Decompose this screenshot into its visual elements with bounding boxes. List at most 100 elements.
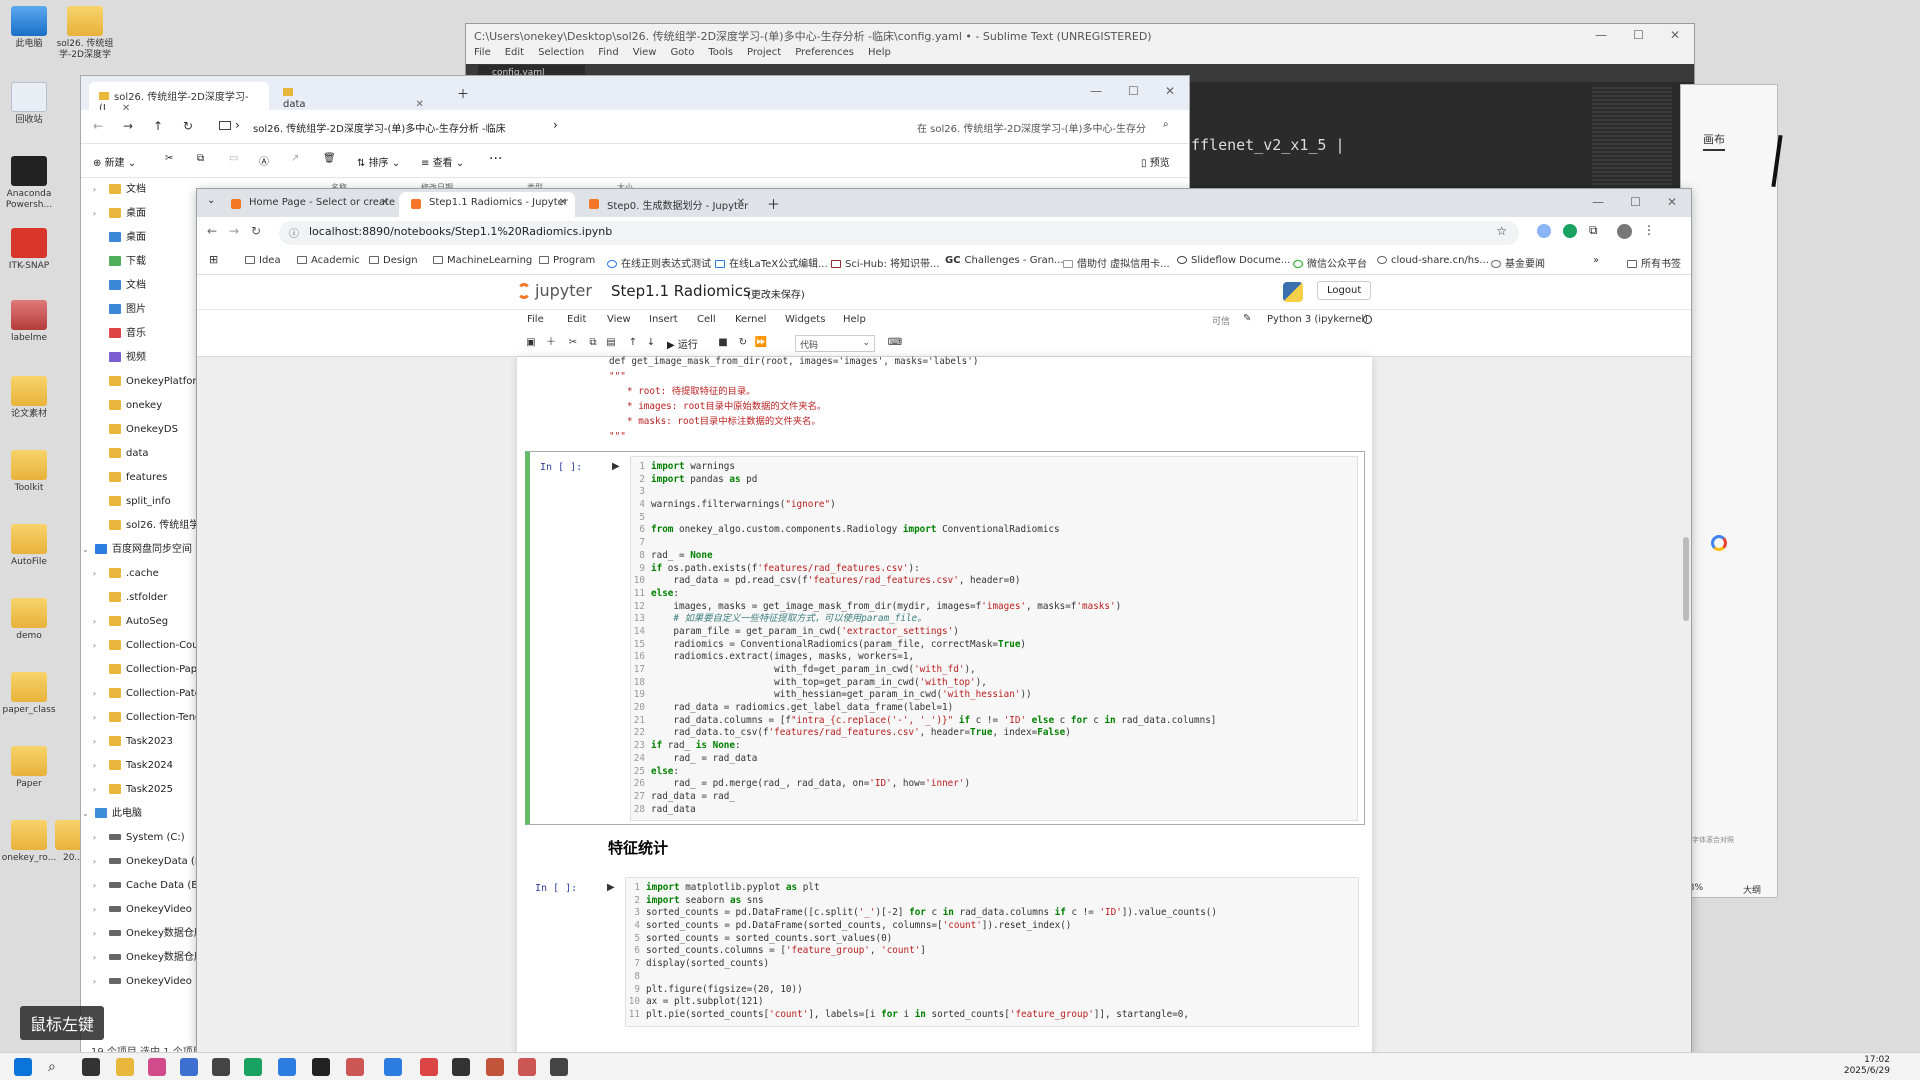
extensions-puzzle-icon[interactable]: ⧉ xyxy=(1589,223,1598,238)
explorer-address-path[interactable]: sol26. 传统组学-2D深度学习-(单)多中心-生存分析 -临床 xyxy=(253,120,506,135)
code2-line[interactable]: 5 sorted_counts = sorted_counts.sort_valu… xyxy=(626,933,1358,946)
chrome-tab-step0[interactable]: Step0. 生成数据划分 - Jupyter ✕ xyxy=(577,192,753,217)
code2-line[interactable]: 11 plt.pie(sorted_counts['count'], labels… xyxy=(626,1009,1358,1022)
restart-run-all-icon[interactable]: ⏩ xyxy=(753,335,769,351)
tree-item-sol26[interactable]: sol26. 传统组学-2D xyxy=(81,514,217,538)
code1-line[interactable]: 16 radiomics.extract(images, masks, work… xyxy=(631,651,1357,664)
tree-item-features[interactable]: features xyxy=(81,466,197,490)
sublime-menu-view[interactable]: View xyxy=(633,47,657,63)
explorer-tab-sol26[interactable]: sol26. 传统组学-2D深度学习-(I ✕ xyxy=(89,82,269,114)
run-cell-icon[interactable]: ▶ xyxy=(607,882,615,893)
app-icon[interactable] xyxy=(278,1058,296,1076)
code1-line[interactable]: 7 xyxy=(631,537,1357,550)
bookmark-scihub[interactable]: Sci-Hub: 将知识带... xyxy=(831,255,940,270)
address-bar[interactable]: ⓘ localhost:8890/notebooks/Step1.1%20Rad… xyxy=(279,221,1519,245)
bookmark-machinelearning[interactable]: MachineLearning xyxy=(433,255,532,266)
app-icon[interactable] xyxy=(420,1058,438,1076)
bookmark-program[interactable]: Program xyxy=(539,255,595,266)
code2-line[interactable]: 9 plt.figure(figsize=(20, 10)) xyxy=(626,984,1358,997)
code1-line[interactable]: 3 xyxy=(631,486,1357,499)
extension-icon[interactable] xyxy=(1563,224,1577,238)
bookmark-design[interactable]: Design xyxy=(369,255,418,266)
section-heading[interactable]: 特征统计 xyxy=(608,837,668,858)
bookmarks-overflow-icon[interactable]: » xyxy=(1593,255,1599,266)
desktop-icon-sol26[interactable]: sol26. 传统组学-2D深度学 xyxy=(50,6,120,61)
code2-line[interactable]: 10 ax = plt.subplot(121) xyxy=(626,996,1358,1009)
save-icon[interactable]: ▣ xyxy=(523,335,539,351)
code1-line[interactable]: 6 from onekey_algo.custom.components.Radi… xyxy=(631,524,1357,537)
paste-icon[interactable]: ▭ xyxy=(229,153,238,164)
back-arrow-icon[interactable]: ← xyxy=(207,224,217,238)
tree-item-collection-tender[interactable]: › Collection-Tende xyxy=(81,706,208,730)
tree-item-drive-c[interactable]: › System (C:) xyxy=(81,826,197,850)
run-button[interactable]: ▶ 运行 xyxy=(667,336,698,351)
close-tab-icon[interactable]: ✕ xyxy=(416,99,424,110)
code1-line[interactable]: 4 warnings.filterwarnings("ignore") xyxy=(631,499,1357,512)
desktop-icon-paper[interactable]: Paper xyxy=(0,746,64,790)
cell-type-select[interactable]: 代码 ⌄ xyxy=(795,335,875,352)
code1-line[interactable]: 21 rad_data.columns = [f"intra_{c.replac… xyxy=(631,715,1357,728)
explorer-search-input[interactable]: 在 sol26. 传统组学-2D深度学习-(单)多中心-生存分 xyxy=(917,120,1157,135)
desktop-icon-toolkit[interactable]: Toolkit xyxy=(0,450,64,494)
desktop-icon-demo[interactable]: demo xyxy=(0,598,64,642)
tree-item-task2023[interactable]: › Task2023 xyxy=(81,730,197,754)
chrome-menu-icon[interactable]: ⋮ xyxy=(1643,223,1655,237)
tree-item-onekeyvideo-f[interactable]: › OnekeyVideo (F:) xyxy=(81,970,211,994)
restart-icon[interactable]: ↻ xyxy=(735,335,751,351)
rename-icon[interactable]: Ⓐ xyxy=(259,153,269,168)
share-icon[interactable]: ↗ xyxy=(291,153,299,164)
tree-item-quick-documents[interactable]: 文档 xyxy=(81,274,197,298)
menu-kernel[interactable]: Kernel xyxy=(735,314,766,325)
code1-line[interactable]: 13 # 如果要自定义一些特征提取方式，可以使用param_file。 xyxy=(631,613,1357,626)
bookmark-star-icon[interactable]: ☆ xyxy=(1496,224,1507,238)
code1-line[interactable]: 14 param_file = get_param_in_cwd('extrac… xyxy=(631,626,1357,639)
code1-line[interactable]: 15 radiomics = ConventionalRadiomics(par… xyxy=(631,639,1357,652)
minimize-icon[interactable]: — xyxy=(1592,195,1604,209)
system-clock[interactable]: 17:02 2025/6/29 xyxy=(1844,1055,1890,1077)
menu-file[interactable]: File xyxy=(527,314,544,325)
windows-start-icon[interactable] xyxy=(14,1058,32,1076)
tree-item-desktop[interactable]: › 桌面 xyxy=(81,202,197,226)
view-button[interactable]: ≡ 查看 ⌄ xyxy=(421,154,464,169)
code2-line[interactable]: 6 sorted_counts.columns = ['feature_group… xyxy=(626,945,1358,958)
app-icon[interactable] xyxy=(346,1058,364,1076)
search-icon[interactable]: ⌕ xyxy=(1163,119,1169,130)
close-tab-icon[interactable]: ✕ xyxy=(381,197,389,208)
code1-line[interactable]: 27 rad_data = rad_ xyxy=(631,791,1357,804)
bookmark-fund-news[interactable]: 基金要闻 xyxy=(1491,255,1545,270)
tree-item-this-pc[interactable]: ⌄ 此电脑 xyxy=(81,802,197,826)
code-editor[interactable]: 1 import matplotlib.pyplot as plt 2 import … xyxy=(625,877,1359,1027)
tree-item-data[interactable]: data xyxy=(81,442,197,466)
maximize-icon[interactable]: ☐ xyxy=(1633,28,1644,42)
bookmark-idea[interactable]: Idea xyxy=(245,255,281,266)
desktop-icon-labelme[interactable]: labelme xyxy=(0,300,64,344)
tree-item-stfolder[interactable]: .stfolder xyxy=(81,586,197,610)
canvas-outline[interactable]: 大纲 xyxy=(1743,883,1761,896)
edit-pencil-icon[interactable]: ✎ xyxy=(1243,313,1251,324)
delete-icon[interactable]: 🗑 xyxy=(323,153,336,164)
menu-insert[interactable]: Insert xyxy=(649,314,678,325)
sublime-menu-selection[interactable]: Selection xyxy=(538,47,584,63)
cut-icon[interactable]: ✂ xyxy=(165,153,173,164)
code1-line[interactable]: 9 if os.path.exists(f'features/rad_featur… xyxy=(631,563,1357,576)
tree-item-documents[interactable]: › 文档 xyxy=(81,178,197,202)
tree-item-music[interactable]: 音乐 xyxy=(81,322,197,346)
canvas-title[interactable]: 画布 xyxy=(1703,131,1725,151)
desktop-icon-autofile[interactable]: AutoFile xyxy=(0,524,64,568)
close-icon[interactable]: ✕ xyxy=(1670,28,1680,42)
desktop-icon-anaconda[interactable]: Anaconda Powersh... xyxy=(0,156,64,211)
bookmark-cloud-share[interactable]: cloud-share.cn/hs... xyxy=(1377,255,1489,266)
apps-grid-icon[interactable]: ⊞ xyxy=(209,253,218,266)
tree-item-task2025[interactable]: › Task2025 xyxy=(81,778,197,802)
code2-line[interactable]: 8 xyxy=(626,971,1358,984)
task-view-icon[interactable] xyxy=(82,1058,100,1076)
tree-item-collection-patent[interactable]: › Collection-Paten xyxy=(81,682,207,706)
sublime-menu-edit[interactable]: Edit xyxy=(505,47,524,63)
code1-line[interactable]: 28 rad_data xyxy=(631,804,1357,817)
code-editor[interactable]: 1 import warnings 2 import pandas as pd 3 4 wa… xyxy=(630,456,1358,822)
tree-item-onekey-warehouse-2[interactable]: › Onekey数据仓库 xyxy=(81,946,204,970)
bookmark-slideflow[interactable]: Slideflow Docume... xyxy=(1177,255,1290,266)
forward-arrow-icon[interactable]: → xyxy=(229,224,239,238)
bookmark-latex[interactable]: 在线LaTeX公式编辑... xyxy=(715,255,828,270)
tree-item-autoseg[interactable]: › AutoSeg xyxy=(81,610,197,634)
